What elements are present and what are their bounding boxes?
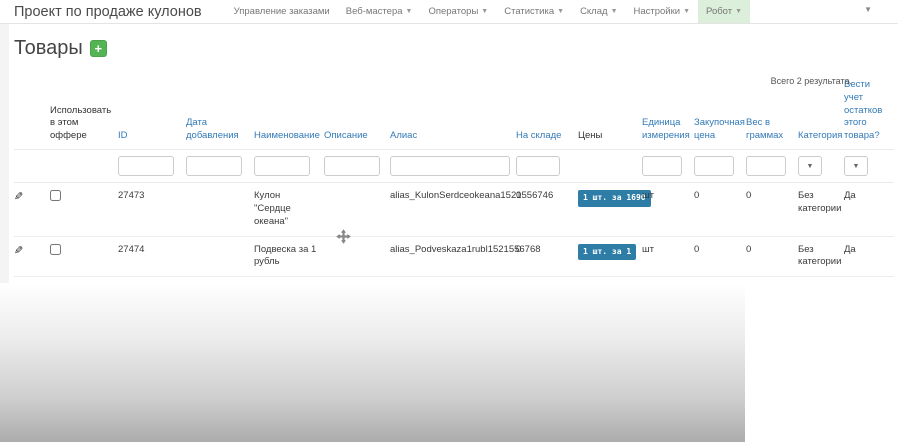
cell-category: Без категории bbox=[798, 236, 844, 277]
filter-input-date-added[interactable] bbox=[186, 156, 242, 176]
cell-unit: шт bbox=[642, 183, 694, 236]
col-header-purchase-price[interactable]: Закупочная цена bbox=[694, 77, 746, 150]
col-header-unit[interactable]: Единица измерения bbox=[642, 77, 694, 150]
table-header-row: Использовать в этом оффере ID Дата добав… bbox=[14, 77, 894, 150]
chevron-down-icon: ▼ bbox=[853, 163, 860, 170]
move-cursor-icon bbox=[336, 229, 351, 244]
filter-input-purchase-price[interactable] bbox=[694, 156, 734, 176]
table-filter-row: ▼ ▼ bbox=[14, 150, 894, 183]
bottom-gradient-overlay bbox=[0, 283, 745, 442]
filter-cell-empty bbox=[578, 150, 642, 183]
cell-date-added bbox=[186, 183, 254, 236]
table-row: ✎ 27474 Подвеска за 1 рубль alias_Podves… bbox=[14, 236, 894, 277]
col-header-in-stock[interactable]: На складе bbox=[516, 77, 578, 150]
nav-item-orders[interactable]: Управление заказами bbox=[226, 0, 338, 23]
cell-id: 27474 bbox=[118, 236, 186, 277]
left-edge-strip bbox=[0, 24, 9, 284]
filter-input-in-stock[interactable] bbox=[516, 156, 560, 176]
use-in-offer-checkbox[interactable] bbox=[50, 190, 61, 201]
col-header-prices: Цены bbox=[578, 77, 642, 150]
col-header-use-in-offer: Использовать в этом оффере bbox=[50, 77, 118, 150]
brand-link[interactable]: Проект по продаже кулонов bbox=[14, 4, 202, 20]
app-window: Проект по продаже кулонов Управление зак… bbox=[0, 0, 898, 442]
cell-description bbox=[324, 236, 390, 277]
nav-item-label: Управление заказами bbox=[234, 6, 330, 17]
chevron-down-icon: ▼ bbox=[735, 8, 742, 15]
filter-input-name[interactable] bbox=[254, 156, 310, 176]
filter-input-id[interactable] bbox=[118, 156, 174, 176]
cell-purchase-price: 0 bbox=[694, 183, 746, 236]
nav-item-warehouse[interactable]: Склад ▼ bbox=[572, 0, 625, 23]
page-title: Товары bbox=[14, 37, 83, 60]
cell-purchase-price: 0 bbox=[694, 236, 746, 277]
nav-item-statistics[interactable]: Статистика ▼ bbox=[496, 0, 572, 23]
edit-icon[interactable]: ✎ bbox=[14, 244, 23, 259]
use-in-offer-checkbox[interactable] bbox=[50, 244, 61, 255]
nav-item-label: Операторы bbox=[428, 6, 478, 17]
nav-item-label: Настройки bbox=[634, 6, 681, 17]
cell-weight: 0 bbox=[746, 236, 798, 277]
main-nav: Управление заказами Веб-мастера ▼ Операт… bbox=[226, 0, 750, 23]
price-badge: 1 шт. за 1690 bbox=[578, 190, 651, 207]
user-menu-caret-icon[interactable]: ▼ bbox=[864, 5, 872, 14]
navbar: Проект по продаже кулонов Управление зак… bbox=[0, 0, 898, 24]
col-header-name[interactable]: Наименование bbox=[254, 77, 324, 150]
filter-cell-empty bbox=[50, 150, 118, 183]
chevron-down-icon: ▼ bbox=[683, 8, 690, 15]
filter-cell-empty bbox=[14, 150, 50, 183]
table-row: ✎ 27473 Кулон "Сердце океана" alias_Kulo… bbox=[14, 183, 894, 236]
nav-item-robot[interactable]: Робот ▼ bbox=[698, 0, 750, 23]
chevron-down-icon: ▼ bbox=[557, 8, 564, 15]
col-header-weight[interactable]: Вес в граммах bbox=[746, 77, 798, 150]
chevron-down-icon: ▼ bbox=[611, 8, 618, 15]
filter-input-description[interactable] bbox=[324, 156, 380, 176]
chevron-down-icon: ▼ bbox=[807, 163, 814, 170]
cell-date-added bbox=[186, 236, 254, 277]
chevron-down-icon: ▼ bbox=[406, 8, 413, 15]
cell-alias: alias_KulonSerdceokeana1521556746 bbox=[390, 183, 516, 236]
edit-icon[interactable]: ✎ bbox=[14, 190, 23, 205]
products-table: Использовать в этом оффере ID Дата добав… bbox=[14, 77, 894, 277]
products-page: Товары + Всего 2 результата. Использоват… bbox=[0, 35, 898, 312]
nav-item-settings[interactable]: Настройки ▼ bbox=[626, 0, 699, 23]
col-header-category[interactable]: Категория bbox=[798, 77, 844, 150]
cell-unit: шт bbox=[642, 236, 694, 277]
nav-item-label: Склад bbox=[580, 6, 608, 17]
col-header-alias[interactable]: Алиас bbox=[390, 77, 516, 150]
cell-alias: alias_Podveskaza1rubl1521556768 bbox=[390, 236, 516, 277]
col-header-date-added[interactable]: Дата добавления bbox=[186, 77, 254, 150]
nav-item-label: Статистика bbox=[504, 6, 554, 17]
filter-select-track-leftovers[interactable]: ▼ bbox=[844, 156, 868, 176]
cell-name: Кулон "Сердце океана" bbox=[254, 183, 324, 236]
cell-name: Подвеска за 1 рубль bbox=[254, 236, 324, 277]
chevron-down-icon: ▼ bbox=[481, 8, 488, 15]
cell-description bbox=[324, 183, 390, 236]
price-badge: 1 шт. за 1 bbox=[578, 244, 636, 261]
col-header-track-leftovers[interactable]: Вести учет остатков этого товара? bbox=[844, 77, 894, 150]
col-header-edit bbox=[14, 77, 50, 150]
filter-input-unit[interactable] bbox=[642, 156, 682, 176]
col-header-id[interactable]: ID bbox=[118, 77, 186, 150]
cell-id: 27473 bbox=[118, 183, 186, 236]
filter-input-weight[interactable] bbox=[746, 156, 786, 176]
add-product-button[interactable]: + bbox=[90, 40, 107, 57]
col-header-description[interactable]: Описание bbox=[324, 77, 390, 150]
nav-item-label: Веб-мастера bbox=[346, 6, 403, 17]
filter-select-category[interactable]: ▼ bbox=[798, 156, 822, 176]
cell-track-leftovers: Да bbox=[844, 183, 894, 236]
cell-in-stock: 0 bbox=[516, 236, 578, 277]
nav-item-label: Робот bbox=[706, 6, 732, 17]
cell-weight: 0 bbox=[746, 183, 798, 236]
filter-input-alias[interactable] bbox=[390, 156, 510, 176]
nav-item-webmasters[interactable]: Веб-мастера ▼ bbox=[338, 0, 421, 23]
cell-category: Без категории bbox=[798, 183, 844, 236]
results-count: Всего 2 результата. bbox=[771, 76, 852, 86]
cell-track-leftovers: Да bbox=[844, 236, 894, 277]
nav-item-operators[interactable]: Операторы ▼ bbox=[420, 0, 496, 23]
